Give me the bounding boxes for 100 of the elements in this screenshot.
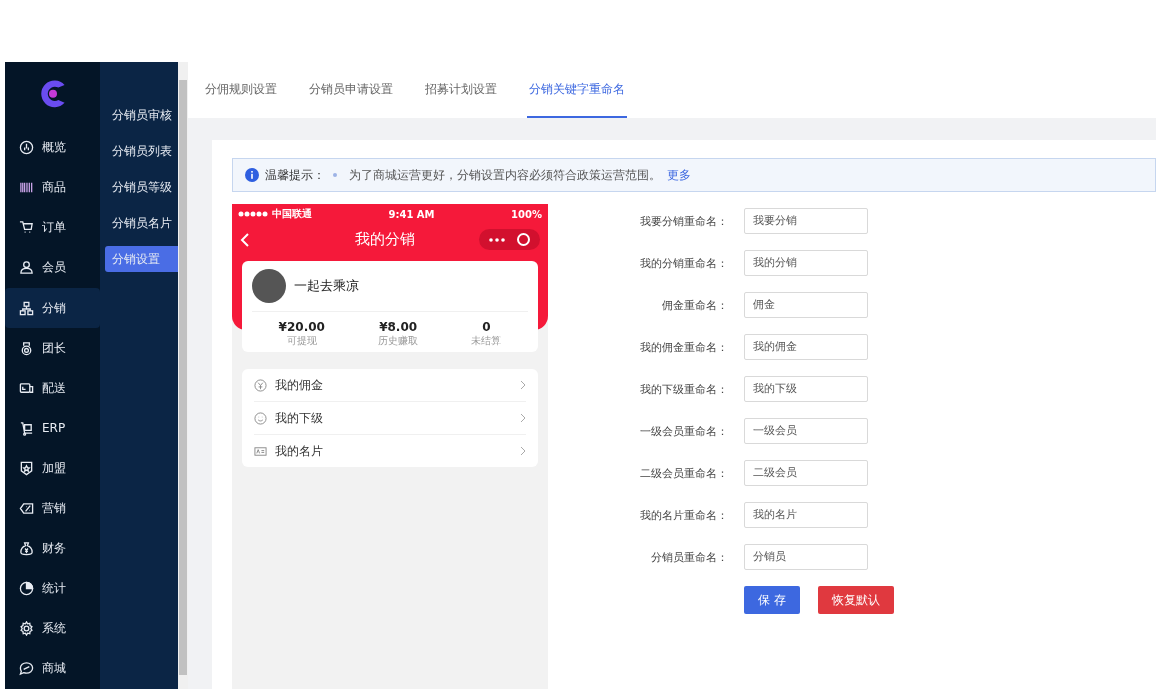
field-label: 分销员重命名：	[650, 549, 728, 565]
field-label: 我要分销重命名：	[639, 213, 728, 229]
input-field[interactable]: 我的分销	[744, 250, 868, 276]
sidebar-item[interactable]: 营销	[5, 488, 100, 529]
field-label: 佣金重命名：	[661, 297, 728, 313]
submenu-item[interactable]: 分销员审核	[105, 102, 178, 128]
smile-icon	[254, 411, 267, 425]
sidebar-item[interactable]: 商城	[5, 648, 100, 689]
input-field[interactable]: 我的佣金	[744, 334, 868, 360]
sidebar-item[interactable]: 加盟	[5, 448, 100, 489]
notice-text: 为了商城运营更好，分销设置内容必须符合政策运营范围。	[349, 167, 661, 183]
input-field[interactable]: 二级会员	[744, 460, 868, 486]
sidebar-label: 商品	[42, 179, 66, 197]
sidebar-item[interactable]: 概览	[5, 127, 100, 168]
sidebar-item[interactable]: 配送	[5, 368, 100, 409]
info-icon	[245, 168, 259, 182]
notice-title: 温馨提示：	[265, 167, 325, 183]
submenu-item[interactable]: 分销员等级	[105, 174, 178, 200]
more-icon	[489, 237, 505, 242]
input-field[interactable]: 我的下级	[744, 376, 868, 402]
gauge-icon	[19, 140, 34, 156]
sidebar-label: 分销	[42, 299, 66, 317]
sidebar-label: 订单	[42, 219, 66, 237]
sidebar-item[interactable]: 团长	[5, 328, 100, 369]
chevron-right-icon	[520, 413, 526, 423]
input-field[interactable]: 我要分销	[744, 208, 868, 234]
shield-icon	[19, 460, 34, 476]
stat-value: ¥8.00	[379, 320, 418, 334]
sidebar-label: 加盟	[42, 459, 66, 477]
time-text: 9:41 AM	[388, 208, 435, 220]
medal-icon	[19, 340, 34, 356]
save-button[interactable]: 保 存	[744, 586, 800, 614]
field-label: 一级会员重命名：	[639, 423, 728, 439]
field-label: 我的佣金重命名：	[639, 339, 728, 355]
phone-menu-item[interactable]: 我的佣金	[254, 369, 526, 402]
chat-icon	[19, 661, 34, 677]
tab[interactable]: 分销关键字重命名	[527, 62, 627, 118]
user-name: 一起去乘凉	[294, 277, 359, 295]
trolley-icon	[19, 420, 34, 436]
card-icon	[254, 444, 267, 458]
sidebar-item[interactable]: 商品	[5, 167, 100, 208]
sidebar-label: 概览	[42, 139, 66, 157]
carrier-text: 中国联通	[272, 207, 312, 221]
phone-menu-item[interactable]: 我的名片	[254, 435, 526, 467]
sidebar-label: 商城	[42, 660, 66, 678]
bullet-icon	[333, 173, 337, 177]
tab[interactable]: 招募计划设置	[423, 62, 499, 118]
submenu-item[interactable]: 分销设置	[105, 246, 178, 272]
sidebar-item[interactable]: 财务	[5, 528, 100, 569]
input-field[interactable]: 一级会员	[744, 418, 868, 444]
field-label: 我的名片重命名：	[639, 507, 728, 523]
input-field[interactable]: 佣金	[744, 292, 868, 318]
sidebar-label: 会员	[42, 259, 66, 277]
stat-label: 历史赚取	[378, 334, 419, 348]
sidebar-label: 团长	[42, 339, 66, 357]
more-link[interactable]: 更多	[667, 167, 691, 183]
yen-icon	[254, 378, 267, 392]
field-label: 二级会员重命名：	[639, 465, 728, 481]
truck-icon	[19, 380, 34, 396]
stat-label: 可提现	[286, 334, 317, 348]
field-label: 我的下级重命名：	[639, 381, 728, 397]
sidebar-item[interactable]: 订单	[5, 207, 100, 248]
submenu-item[interactable]: 分销员名片	[105, 210, 178, 236]
capsule-button[interactable]	[479, 229, 540, 250]
stat-value: ¥20.00	[278, 320, 325, 334]
tree-icon	[19, 300, 34, 316]
sidebar-label: 配送	[42, 379, 66, 397]
reset-button[interactable]: 恢复默认	[817, 586, 894, 614]
sidebar-item[interactable]: 统计	[5, 568, 100, 609]
input-field[interactable]: 分销员	[744, 544, 868, 570]
signal-icon	[238, 211, 268, 217]
field-label: 我的分销重命名：	[639, 255, 728, 271]
sidebar-item[interactable]: 系统	[5, 608, 100, 649]
cart-icon	[19, 220, 34, 236]
sidebar-label: ERP	[42, 421, 66, 436]
phone-title: 我的分销	[353, 230, 416, 249]
back-icon[interactable]	[240, 232, 250, 247]
sidebar-item[interactable]: ERP	[5, 408, 100, 449]
sidebar-item[interactable]: 分销	[5, 288, 100, 329]
stat-label: 未结算	[471, 334, 502, 348]
chevron-right-icon	[520, 446, 526, 456]
submenu-item[interactable]: 分销员列表	[105, 138, 178, 164]
tab[interactable]: 分佣规则设置	[203, 62, 279, 118]
tab[interactable]: 分销员申请设置	[307, 62, 395, 118]
stat-value: 0	[482, 320, 491, 334]
battery-text: 100%	[511, 208, 542, 220]
pie-icon	[19, 581, 34, 597]
user-icon	[19, 260, 34, 276]
bag-icon	[19, 541, 34, 557]
gear-icon	[19, 621, 34, 637]
avatar-placeholder	[252, 269, 286, 303]
scrollbar[interactable]	[178, 62, 188, 689]
sidebar-label: 系统	[42, 620, 66, 638]
sidebar-label: 统计	[42, 580, 66, 598]
tag-icon	[19, 501, 34, 517]
phone-menu-item[interactable]: 我的下级	[254, 402, 526, 435]
sidebar-item[interactable]: 会员	[5, 247, 100, 288]
sidebar-label: 营销	[42, 500, 66, 518]
chevron-right-icon	[520, 380, 526, 390]
input-field[interactable]: 我的名片	[744, 502, 868, 528]
